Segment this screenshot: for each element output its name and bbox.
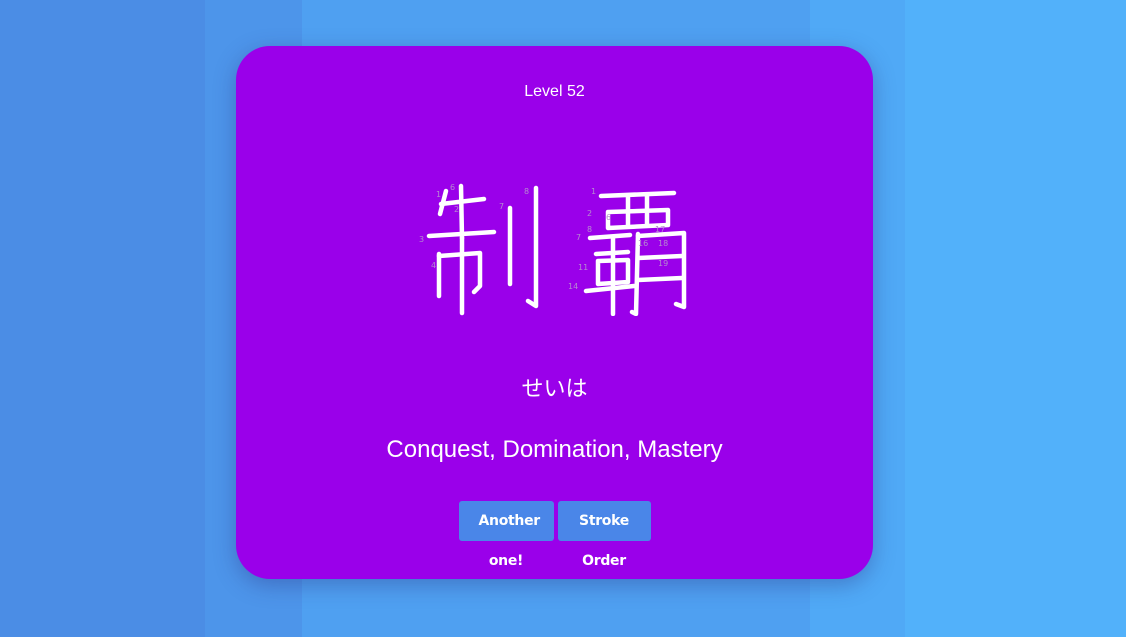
- kanji-char-sei: [426, 183, 539, 316]
- kanji-card: Level 52 制覇: [236, 46, 873, 579]
- kanji-display: 制覇: [236, 166, 873, 316]
- another-one-button[interactable]: Another one!: [458, 501, 554, 569]
- stroke-number: 8: [524, 187, 529, 196]
- stroke-number: 1: [436, 190, 441, 199]
- stroke-number: 14: [568, 282, 578, 291]
- stroke-number: 4: [431, 261, 436, 270]
- stroke-number: 16: [638, 239, 648, 248]
- stroke-order-button[interactable]: Stroke Order: [557, 501, 651, 569]
- button-row: Another one! Stroke Order: [236, 501, 873, 569]
- stroke-number: 19: [658, 259, 668, 268]
- stroke-number: 18: [658, 239, 668, 248]
- level-label: Level 52: [524, 83, 585, 100]
- background-band: [0, 0, 205, 637]
- stroke-number: 2: [587, 209, 592, 218]
- kanji-char-ha: [583, 190, 687, 316]
- kanji-strokes: 1 6 2 8 7 3 4 1 2 6 8 7 17 16 18 11 19 1…: [419, 183, 687, 316]
- stroke-number: 7: [576, 233, 581, 242]
- kana-reading: せいは: [521, 377, 588, 402]
- background-band: [905, 0, 1126, 637]
- stroke-number: 1: [591, 187, 596, 196]
- stroke-number: 8: [587, 225, 592, 234]
- stroke-number: 11: [578, 263, 588, 272]
- stroke-number: 6: [606, 213, 611, 222]
- stroke-number: 6: [450, 183, 455, 192]
- meaning-text: Conquest, Domination, Mastery: [386, 436, 723, 463]
- stroke-number: 17: [655, 225, 665, 234]
- stroke-number: 2: [454, 205, 459, 214]
- stroke-number: 3: [419, 235, 424, 244]
- stroke-number: 7: [499, 202, 504, 211]
